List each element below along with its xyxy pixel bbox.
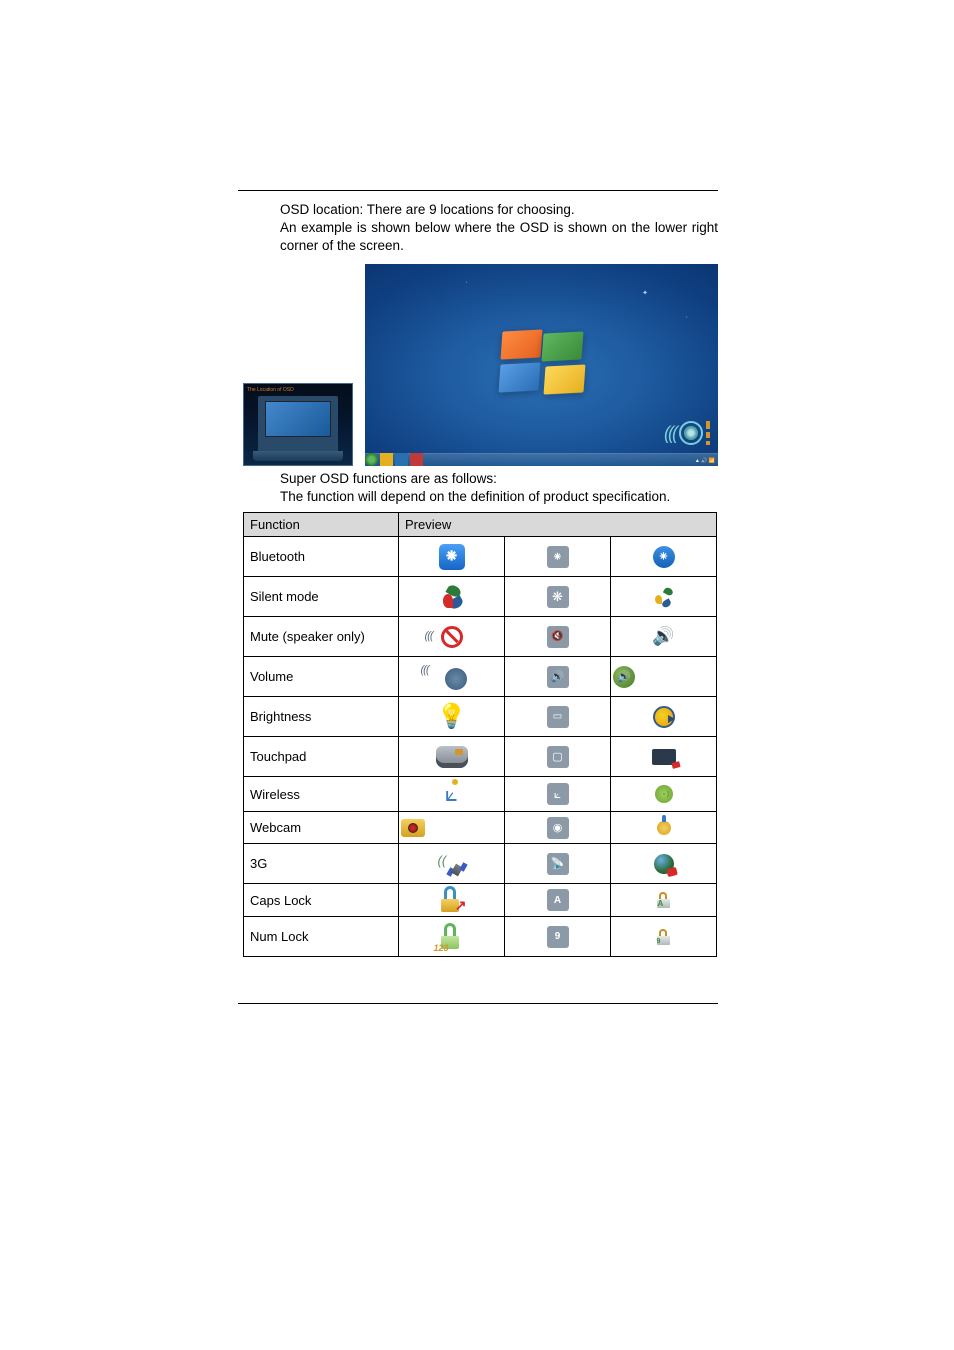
wireless-icon-round	[655, 785, 673, 803]
start-button-icon	[365, 453, 378, 466]
webcam-icon-small	[657, 821, 671, 835]
func-wireless: Wireless	[244, 777, 399, 812]
table-row: Brightness 💡 ▭	[244, 697, 717, 737]
table-row: Silent mode ❋	[244, 577, 717, 617]
silent-fan-icon-small	[654, 587, 674, 607]
capslock-icon-small: A	[657, 892, 671, 908]
touchpad-icon-square: ▢	[547, 746, 569, 768]
osd-overlay-icon: (((	[664, 421, 710, 446]
func-numlock: Num Lock	[244, 917, 399, 957]
table-row: Mute (speaker only) ((( 🔇 🔊	[244, 617, 717, 657]
brightness-icon-round	[653, 706, 675, 728]
3g-icon-globe	[654, 854, 674, 874]
volume-icon-small: 🔊	[613, 666, 635, 688]
brightness-icon-square: ▭	[547, 706, 569, 728]
wireless-icon-square: ⟀	[547, 783, 569, 805]
webcam-icon-large	[401, 819, 425, 837]
touchpad-icon-small	[652, 749, 676, 765]
func-silent: Silent mode	[244, 577, 399, 617]
func-volume: Volume	[244, 657, 399, 697]
mute-icon-small: 🔊	[653, 626, 675, 648]
table-row: Webcam ◉	[244, 812, 717, 844]
func-brightness: Brightness	[244, 697, 399, 737]
top-divider	[238, 190, 718, 191]
mute-icon-large: (((	[441, 626, 463, 648]
func-bluetooth: Bluetooth	[244, 537, 399, 577]
laptop-caption: The Location of OSD	[247, 387, 294, 393]
table-row: Wireless ⟀ ⟀	[244, 777, 717, 812]
webcam-icon-square: ◉	[547, 817, 569, 839]
capslock-icon-square: A	[547, 889, 569, 911]
osd-location-preview: The Location of OSD	[243, 383, 353, 466]
bluetooth-icon-large: ⁕	[439, 544, 465, 570]
func-touchpad: Touchpad	[244, 737, 399, 777]
func-webcam: Webcam	[244, 812, 399, 844]
bottom-divider	[238, 1003, 718, 1004]
preview-images-row: The Location of OSD ✦ · · (((	[243, 264, 718, 466]
header-preview: Preview	[399, 513, 717, 537]
wireless-icon-large: ⟀	[445, 781, 458, 807]
3g-icon-square: 📡	[547, 853, 569, 875]
mute-icon-square: 🔇	[547, 626, 569, 648]
bluetooth-icon-square: ⁕	[547, 546, 569, 568]
functions-line1: Super OSD functions are as follows:	[280, 470, 718, 488]
intro-text: OSD location: There are 9 locations for …	[280, 201, 718, 256]
header-function: Function	[244, 513, 399, 537]
after-images-text: Super OSD functions are as follows: The …	[280, 470, 718, 506]
table-row: Caps Lock ↗ A A	[244, 884, 717, 917]
taskbar: ▲ 🔊 📶	[365, 453, 718, 466]
capslock-icon-large: ↗	[440, 888, 464, 912]
table-row: Touchpad ▢	[244, 737, 717, 777]
windows-logo-icon	[499, 328, 584, 393]
numlock-icon-large: 123	[440, 925, 464, 949]
volume-icon-square: 🔊	[547, 666, 569, 688]
desktop-screenshot: ✦ · · ((( ▲ 🔊 📶	[365, 264, 718, 466]
func-mute: Mute (speaker only)	[244, 617, 399, 657]
table-row: Bluetooth ⁕ ⁕ ⁕	[244, 537, 717, 577]
intro-line2: An example is shown below where the OSD …	[280, 219, 718, 255]
volume-icon-large: (((	[437, 664, 467, 690]
table-header-row: Function Preview	[244, 513, 717, 537]
numlock-icon-square: 9	[547, 926, 569, 948]
table-row: Num Lock 123 9 9	[244, 917, 717, 957]
silent-fan-icon-large	[439, 584, 465, 610]
3g-icon-large: ((	[438, 851, 466, 877]
intro-line1: OSD location: There are 9 locations for …	[280, 201, 718, 219]
table-row: Volume ((( 🔊 🔊	[244, 657, 717, 697]
func-3g: 3G	[244, 844, 399, 884]
laptop-icon	[258, 396, 338, 451]
table-row: 3G (( 📡	[244, 844, 717, 884]
brightness-bulb-icon: 💡	[437, 702, 467, 731]
functions-line2: The function will depend on the definiti…	[280, 488, 718, 506]
bluetooth-icon-round: ⁕	[653, 546, 675, 568]
numlock-icon-small: 9	[657, 929, 671, 945]
silent-icon-square: ❋	[547, 586, 569, 608]
osd-functions-table: Function Preview Bluetooth ⁕ ⁕ ⁕ Silent …	[243, 512, 717, 957]
func-capslock: Caps Lock	[244, 884, 399, 917]
touchpad-icon-large	[436, 746, 468, 768]
